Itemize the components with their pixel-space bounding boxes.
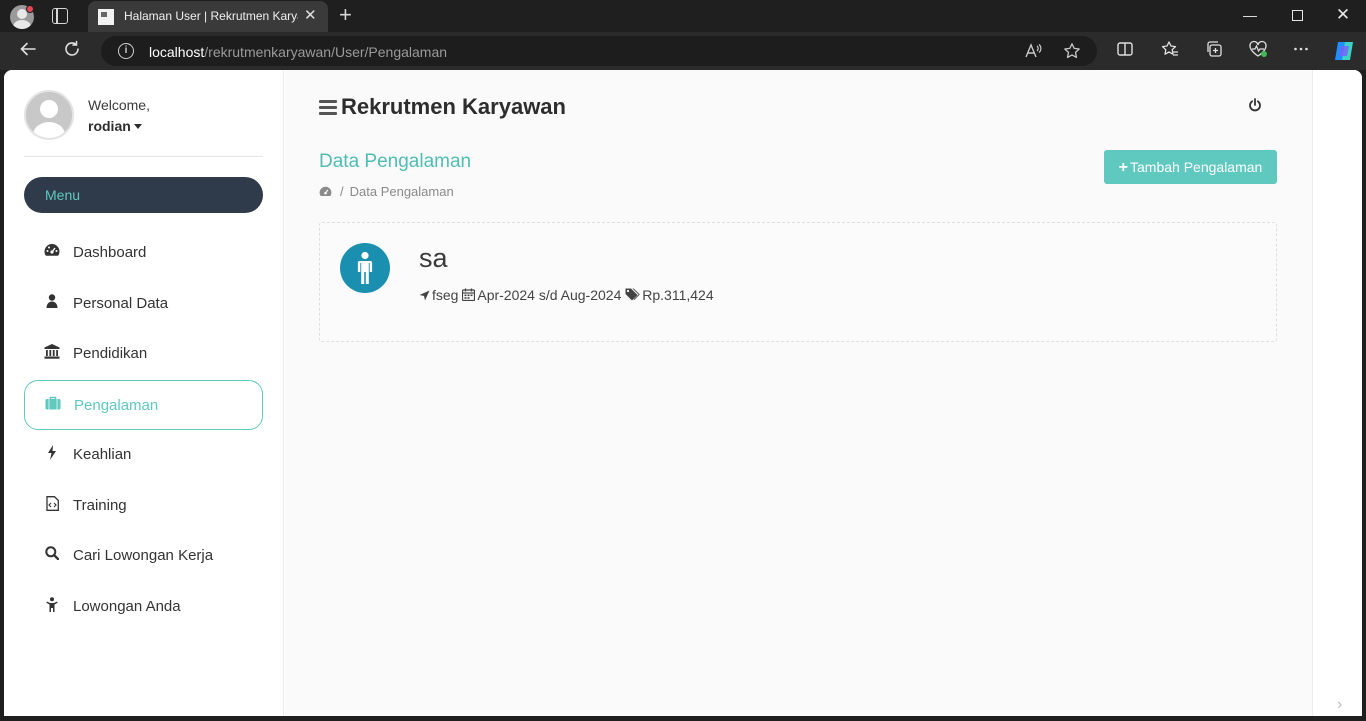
page-viewport: Welcome, rodian Menu Dashboard Personal …	[4, 70, 1362, 716]
sidebar: Welcome, rodian Menu Dashboard Personal …	[4, 70, 284, 716]
profile-notification-dot	[26, 5, 34, 13]
sidebar-item-label: Pengalaman	[74, 397, 159, 414]
sidebar-item-keahlian[interactable]: Keahlian	[24, 430, 263, 480]
sidebar-item-personal-data[interactable]: Personal Data	[24, 279, 263, 329]
breadcrumb: / Data Pengalaman	[319, 184, 454, 199]
app-title: Rekrutmen Karyawan	[341, 94, 566, 119]
browser-tabbar: Halaman User | Rekrutmen Karyawan ✕ + — …	[0, 0, 1366, 32]
user-dropdown[interactable]: rodian	[88, 118, 142, 134]
url-path: /rekrutmenkaryawan/User/Pengalaman	[204, 44, 448, 60]
back-icon[interactable]	[17, 40, 39, 62]
collections-icon[interactable]	[1203, 40, 1225, 62]
chevron-right-icon[interactable]: ›	[1337, 696, 1342, 714]
plus-icon: +	[1118, 159, 1129, 176]
experience-location: fseg	[432, 287, 459, 303]
calendar-icon	[462, 288, 476, 304]
sidebar-item-lowongan-anda[interactable]: Lowongan Anda	[24, 582, 263, 632]
experience-card: sa fseg Apr-2024 s/d Aug-2024 Rp.311,424	[319, 222, 1277, 342]
sidebar-item-label: Cari Lowongan Kerja	[73, 547, 214, 564]
child-icon	[44, 597, 60, 615]
file-code-icon	[44, 496, 60, 514]
read-aloud-icon[interactable]	[1024, 42, 1042, 65]
experience-salary: Rp.311,424	[642, 287, 714, 303]
new-tab-button[interactable]: +	[339, 3, 352, 27]
window-close-button[interactable]: ✕	[1333, 5, 1353, 25]
sidebar-item-pengalaman[interactable]: Pengalaman	[24, 380, 263, 430]
favorite-icon[interactable]	[1063, 42, 1081, 65]
logout-power-icon[interactable]	[1248, 98, 1262, 112]
window-minimize-button[interactable]: —	[1240, 5, 1260, 25]
sidebar-item-pendidikan[interactable]: Pendidikan	[24, 329, 263, 379]
person-icon	[340, 243, 390, 293]
experience-period: Apr-2024 s/d Aug-2024	[477, 287, 622, 303]
dashboard-icon[interactable]	[319, 184, 332, 199]
favorites-icon[interactable]	[1159, 40, 1181, 62]
tab-actions-icon[interactable]	[52, 8, 68, 24]
sidebar-item-label: Dashboard	[73, 244, 147, 261]
institution-icon	[44, 344, 60, 362]
page-title: Data Pengalaman	[319, 151, 472, 172]
sidebar-item-cari-lowongan[interactable]: Cari Lowongan Kerja	[24, 531, 263, 581]
address-bar[interactable]: i localhost/rekrutmenkaryawan/User/Penga…	[101, 36, 1097, 66]
dashboard-icon	[44, 243, 60, 261]
breadcrumb-current: Data Pengalaman	[349, 184, 454, 199]
copilot-icon[interactable]	[1332, 40, 1354, 66]
search-icon	[44, 546, 60, 564]
sidebar-item-training[interactable]: Training	[24, 481, 263, 531]
avatar	[24, 90, 74, 140]
refresh-icon[interactable]	[61, 40, 83, 62]
health-icon[interactable]	[1247, 40, 1269, 62]
breadcrumb-separator: /	[340, 184, 344, 199]
add-pengalaman-button[interactable]: + Tambah Pengalaman	[1104, 150, 1277, 184]
menu-header: Menu	[24, 177, 263, 213]
username: rodian	[88, 118, 131, 134]
sidebar-item-label: Lowongan Anda	[73, 598, 181, 615]
tags-icon	[625, 288, 640, 304]
add-button-label: Tambah Pengalaman	[1130, 159, 1263, 175]
info-icon[interactable]: i	[118, 43, 134, 59]
caret-down-icon	[133, 124, 142, 129]
location-arrow-icon	[419, 288, 430, 304]
tab-favicon-icon	[98, 9, 114, 25]
user-icon	[44, 294, 60, 312]
experience-name: sa	[419, 243, 448, 273]
split-screen-icon[interactable]	[1114, 40, 1136, 62]
welcome-text: Welcome,	[88, 97, 150, 113]
sidebar-item-label: Personal Data	[73, 295, 169, 312]
sidebar-divider	[24, 156, 263, 157]
sidebar-item-dashboard[interactable]: Dashboard	[24, 228, 263, 278]
sidebar-item-label: Keahlian	[73, 446, 132, 463]
browser-navbar: i localhost/rekrutmenkaryawan/User/Penga…	[0, 32, 1366, 70]
browser-tab[interactable]: Halaman User | Rekrutmen Karyawan ✕	[88, 1, 328, 32]
bolt-icon	[44, 445, 60, 463]
sidebar-item-label: Pendidikan	[73, 345, 148, 362]
main-content: Rekrutmen Karyawan Data Pengalaman / Data…	[285, 70, 1312, 716]
menu-toggle-icon[interactable]	[319, 100, 337, 115]
briefcase-icon	[45, 396, 61, 414]
tab-title: Halaman User | Rekrutmen Karyawan	[124, 9, 298, 23]
tab-close-icon[interactable]: ✕	[304, 7, 317, 25]
right-side-panel	[1312, 70, 1362, 716]
more-icon[interactable]	[1290, 40, 1312, 62]
url-text[interactable]: localhost/rekrutmenkaryawan/User/Pengala…	[149, 44, 447, 60]
url-host: localhost	[149, 44, 205, 60]
experience-meta: fseg Apr-2024 s/d Aug-2024 Rp.311,424	[419, 287, 714, 304]
sidebar-item-label: Training	[73, 497, 127, 514]
